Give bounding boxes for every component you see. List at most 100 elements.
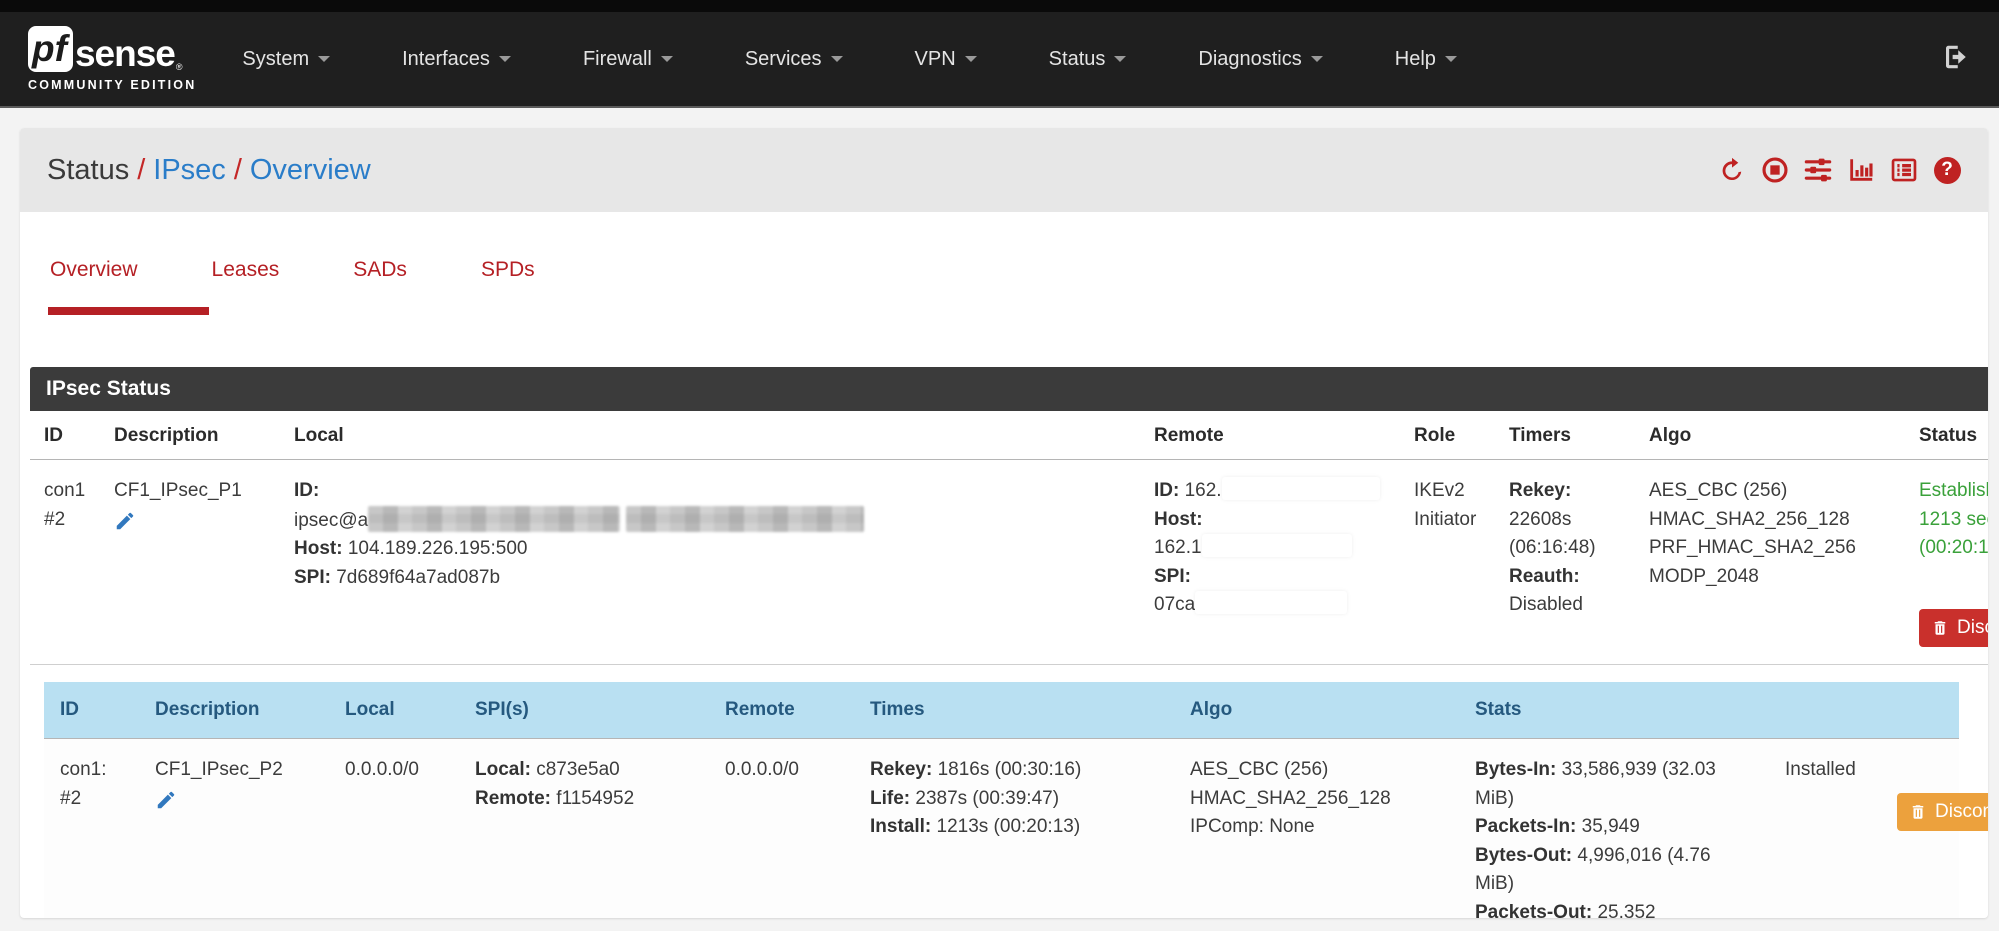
p1-col-role: Role	[1400, 411, 1495, 460]
p2-description-cell: CF1_IPsec_P2	[139, 739, 329, 919]
nav-item-help[interactable]: Help	[1395, 48, 1457, 71]
nav-label: Firewall	[583, 48, 652, 71]
status-time: (00:20:13)	[1919, 534, 1988, 563]
breadcrumb-separator: /	[129, 154, 153, 186]
table-list-icon[interactable]	[1890, 156, 1918, 184]
remote-id-value: 162.	[1185, 480, 1222, 501]
spi-remote-label: Remote:	[475, 788, 551, 809]
nav-item-firewall[interactable]: Firewall	[583, 48, 673, 71]
breadcrumb-bar: Status/IPsec/Overview ?	[20, 128, 1988, 212]
edit-pencil-icon[interactable]	[114, 510, 136, 542]
algo-ipcomp: IPComp: None	[1190, 813, 1443, 842]
breadcrumb-link-ipsec[interactable]: IPsec	[153, 154, 226, 186]
nav-item-status[interactable]: Status	[1049, 48, 1127, 71]
local-id-label: ID:	[294, 480, 319, 501]
p1-remote-cell: ID: 162. Host: 162.1 SPI: 07ca	[1140, 460, 1400, 665]
chevron-down-icon	[831, 56, 843, 62]
redaction-whitebox	[1202, 534, 1352, 557]
life-label: Life:	[870, 788, 910, 809]
nav-item-vpn[interactable]: VPN	[915, 48, 977, 71]
remote-host-label: Host:	[1154, 509, 1203, 530]
breadcrumb-link-overview[interactable]: Overview	[250, 154, 371, 186]
top-strip	[0, 0, 1999, 12]
p2-col-actions	[1769, 682, 1959, 739]
trash-icon	[1931, 619, 1949, 637]
rekey-label: Rekey:	[1509, 477, 1621, 506]
rekey-time: (06:16:48)	[1509, 534, 1621, 563]
sign-out-button[interactable]	[1941, 42, 1971, 77]
p1-col-id: ID	[30, 411, 100, 460]
remote-host-value: 162.1	[1154, 537, 1202, 558]
nav-item-services[interactable]: Services	[745, 48, 843, 71]
tab-overview[interactable]: Overview	[50, 258, 138, 282]
algo-prf: PRF_HMAC_SHA2_256	[1649, 534, 1891, 563]
nav-item-system[interactable]: System	[242, 48, 330, 71]
help-icon[interactable]: ?	[1933, 156, 1961, 184]
edit-pencil-icon[interactable]	[155, 789, 177, 821]
tab-bar: Overview Leases SADs SPDs	[20, 212, 1988, 282]
local-spi-label: SPI:	[294, 567, 331, 588]
nav-item-diagnostics[interactable]: Diagnostics	[1198, 48, 1322, 71]
nav-menu: System Interfaces Firewall Services VPN …	[242, 48, 1456, 71]
status-established: Established	[1919, 477, 1988, 506]
stop-circle-icon[interactable]	[1761, 156, 1789, 184]
breadcrumb: Status/IPsec/Overview	[47, 154, 371, 187]
refresh-icon[interactable]	[1718, 156, 1746, 184]
local-id-value: ipsec@a	[294, 510, 368, 531]
install-label: Install:	[870, 816, 931, 837]
nav-label: System	[242, 48, 309, 71]
redaction-blur	[626, 506, 864, 532]
tab-spds[interactable]: SPDs	[481, 258, 535, 282]
trash-icon	[1909, 803, 1927, 821]
bytes-in-label: Bytes-In:	[1475, 759, 1556, 780]
p2-col-times: Times	[854, 682, 1174, 739]
spi-remote-value: f1154952	[556, 788, 634, 809]
p2-col-algo: Algo	[1174, 682, 1459, 739]
logo-registered-mark: ®	[176, 62, 183, 72]
chevron-down-icon	[661, 56, 673, 62]
p1-id: con1	[44, 477, 86, 506]
nav-label: Status	[1049, 48, 1106, 71]
packets-in-value: 35,949	[1582, 816, 1640, 837]
chevron-down-icon	[318, 56, 330, 62]
packets-out-label: Packets-Out:	[1475, 902, 1592, 919]
disconnect-label: Disconnect	[1957, 617, 1988, 639]
p2-local-cell: 0.0.0.0/0	[329, 739, 459, 919]
sliders-icon[interactable]	[1804, 156, 1832, 184]
p1-col-description: Description	[100, 411, 280, 460]
panel-title: IPsec Status	[30, 367, 1988, 411]
algo-enc: AES_CBC (256)	[1190, 756, 1443, 785]
local-spi-value: 7d689f64a7ad087b	[336, 567, 500, 588]
ipsec-p1-table: ID Description Local Remote Role Timers …	[30, 411, 1988, 918]
nav-item-interfaces[interactable]: Interfaces	[402, 48, 511, 71]
p1-id-cell: con1 #2	[30, 460, 100, 665]
disconnect-p2-button[interactable]: Disconnect	[1897, 793, 1988, 831]
tab-leases[interactable]: Leases	[212, 258, 280, 282]
chevron-down-icon	[499, 56, 511, 62]
nav-label: Interfaces	[402, 48, 490, 71]
life-value: 2387s (00:39:47)	[915, 788, 1059, 809]
p1-col-algo: Algo	[1635, 411, 1905, 460]
p2-col-stats: Stats	[1459, 682, 1769, 739]
p2-description: CF1_IPsec_P2	[155, 756, 313, 785]
chevron-down-icon	[965, 56, 977, 62]
spi-local-value: c873e5a0	[536, 759, 619, 780]
pfsense-logo[interactable]: pfsense® COMMUNITY EDITION	[28, 26, 196, 92]
tab-sads[interactable]: SADs	[353, 258, 407, 282]
algo-dh: MODP_2048	[1649, 563, 1891, 592]
nav-label: Diagnostics	[1198, 48, 1301, 71]
ipsec-status-panel: IPsec Status ID Description Local Remote…	[30, 367, 1988, 918]
status-seconds: 1213 seconds	[1919, 506, 1988, 535]
remote-spi-label: SPI:	[1154, 566, 1191, 587]
disconnect-p1-button[interactable]: Disconnect	[1919, 609, 1988, 647]
p2-stats-cell: Bytes-In: 33,586,939 (32.03 MiB) Packets…	[1459, 739, 1769, 919]
p1-description-cell: CF1_IPsec_P1	[100, 460, 280, 665]
ipsec-p2-table: ID Description Local SPI(s) Remote Times…	[44, 682, 1959, 919]
nav-label: VPN	[915, 48, 956, 71]
p1-header-row: ID Description Local Remote Role Timers …	[30, 411, 1988, 460]
disconnect-label: Disconnect	[1935, 801, 1988, 823]
p2-id: con1:	[60, 756, 123, 785]
p2-id-cell: con1: #2	[44, 739, 139, 919]
bar-chart-icon[interactable]	[1847, 156, 1875, 184]
algo-hash: HMAC_SHA2_256_128	[1649, 506, 1891, 535]
